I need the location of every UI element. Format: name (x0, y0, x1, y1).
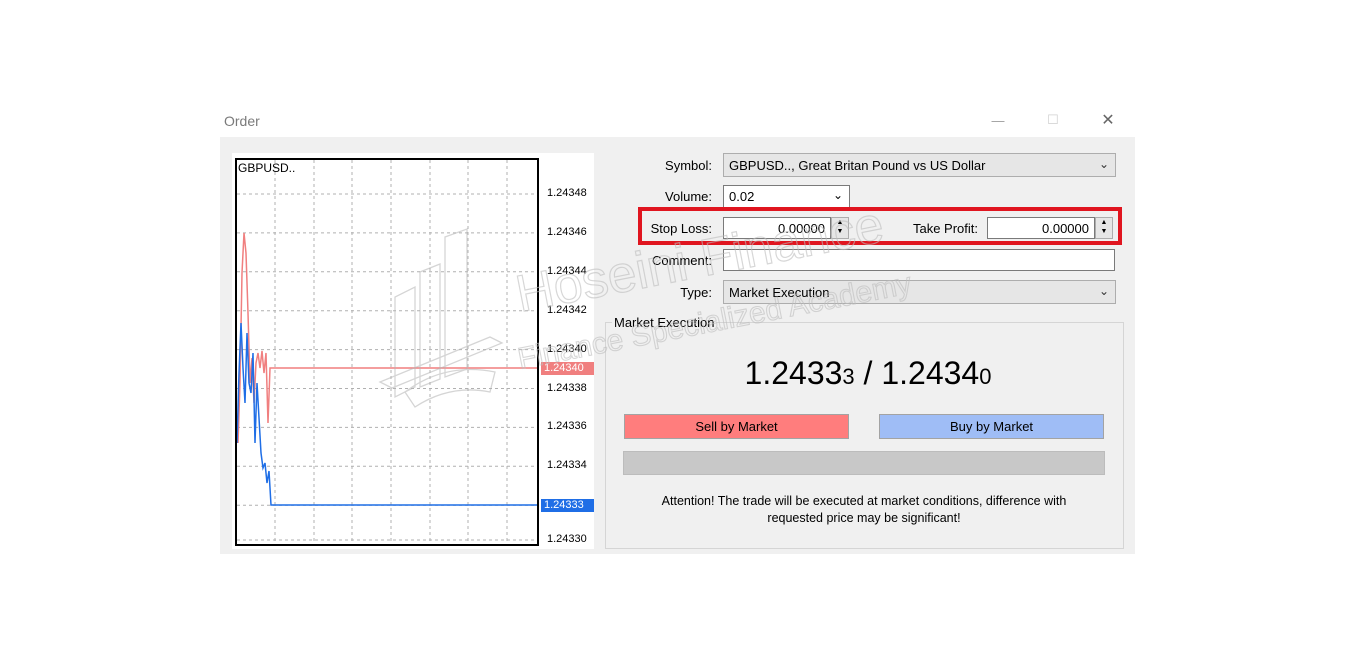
y-axis-tick: 1.24348 (547, 187, 587, 199)
y-axis-tick: 1.24330 (547, 533, 587, 545)
y-axis-tick: 1.24334 (547, 459, 587, 472)
attention-line-2: requested price may be significant! (767, 511, 961, 525)
y-axis-tick: 1.24344 (547, 264, 587, 277)
chevron-down-icon: ⌄ (832, 188, 843, 202)
window-title: Order (224, 113, 260, 129)
stop-loss-label: Stop Loss: (650, 221, 712, 236)
bid-ask-price: 1.24333 / 1.24340 (698, 355, 1038, 392)
execution-progress-bar (623, 451, 1105, 475)
stop-loss-spinner[interactable]: ▲ ▼ (831, 217, 849, 239)
comment-input[interactable] (723, 249, 1115, 271)
stop-loss-value: 0.00000 (778, 221, 825, 236)
close-icon[interactable]: ✕ (1094, 108, 1122, 132)
y-axis-tick: 1.24338 (547, 381, 587, 394)
order-dialog: GBPUSD.. 1.24348 1.24346 1.24344 1.24342 1.2… (220, 137, 1135, 554)
comment-label: Comment: (652, 253, 712, 268)
ask-price-main: 1.2434 (881, 355, 980, 391)
chart-symbol-label: GBPUSD.. (238, 161, 296, 175)
ask-price-label: 1.24340 (541, 362, 594, 375)
attention-line-1: Attention! The trade will be executed at… (661, 494, 1067, 508)
type-value: Market Execution (729, 285, 830, 300)
volume-value: 0.02 (729, 189, 755, 204)
ask-price-pip: 0 (979, 364, 992, 389)
volume-select[interactable]: 0.02 ⌄ (723, 185, 850, 208)
type-label: Type: (680, 285, 712, 300)
take-profit-spinner[interactable]: ▲ ▼ (1095, 217, 1113, 239)
stop-loss-input[interactable]: 0.00000 (723, 217, 831, 239)
maximize-icon[interactable]: ☐ (1039, 108, 1067, 132)
take-profit-label: Take Profit: (912, 221, 978, 236)
chevron-down-icon: ⌄ (1098, 284, 1109, 298)
chart-frame (235, 158, 539, 546)
sell-by-market-button[interactable]: Sell by Market (624, 414, 849, 439)
symbol-label: Symbol: (665, 158, 712, 173)
minimize-icon[interactable]: — (984, 108, 1012, 132)
attention-message: Attention! The trade will be executed at… (624, 493, 1104, 527)
y-axis-tick: 1.24336 (547, 420, 587, 433)
bid-price-label: 1.24333 (541, 499, 594, 512)
window-titlebar: Order — ☐ ✕ (222, 106, 1135, 136)
tick-chart: GBPUSD.. 1.24348 1.24346 1.24344 1.24342 1.2… (232, 153, 594, 549)
volume-label: Volume: (665, 189, 712, 204)
bid-price-main: 1.2433 (744, 355, 843, 391)
take-profit-input[interactable]: 0.00000 (987, 217, 1095, 239)
take-profit-value: 0.00000 (1042, 221, 1089, 236)
type-select[interactable]: Market Execution ⌄ (723, 280, 1116, 304)
y-axis-tick: 1.24340 (547, 342, 587, 355)
chevron-down-icon: ⌄ (1098, 157, 1109, 171)
buy-by-market-button[interactable]: Buy by Market (879, 414, 1104, 439)
y-axis-tick: 1.24346 (547, 225, 587, 238)
market-execution-group-title: Market Execution (612, 315, 717, 330)
symbol-select[interactable]: GBPUSD.., Great Britan Pound vs US Dolla… (723, 153, 1116, 177)
y-axis-tick: 1.24342 (547, 303, 587, 316)
symbol-value: GBPUSD.., Great Britan Pound vs US Dolla… (729, 158, 986, 173)
bid-price-pip: 3 (842, 364, 855, 389)
price-separator: / (854, 355, 882, 391)
